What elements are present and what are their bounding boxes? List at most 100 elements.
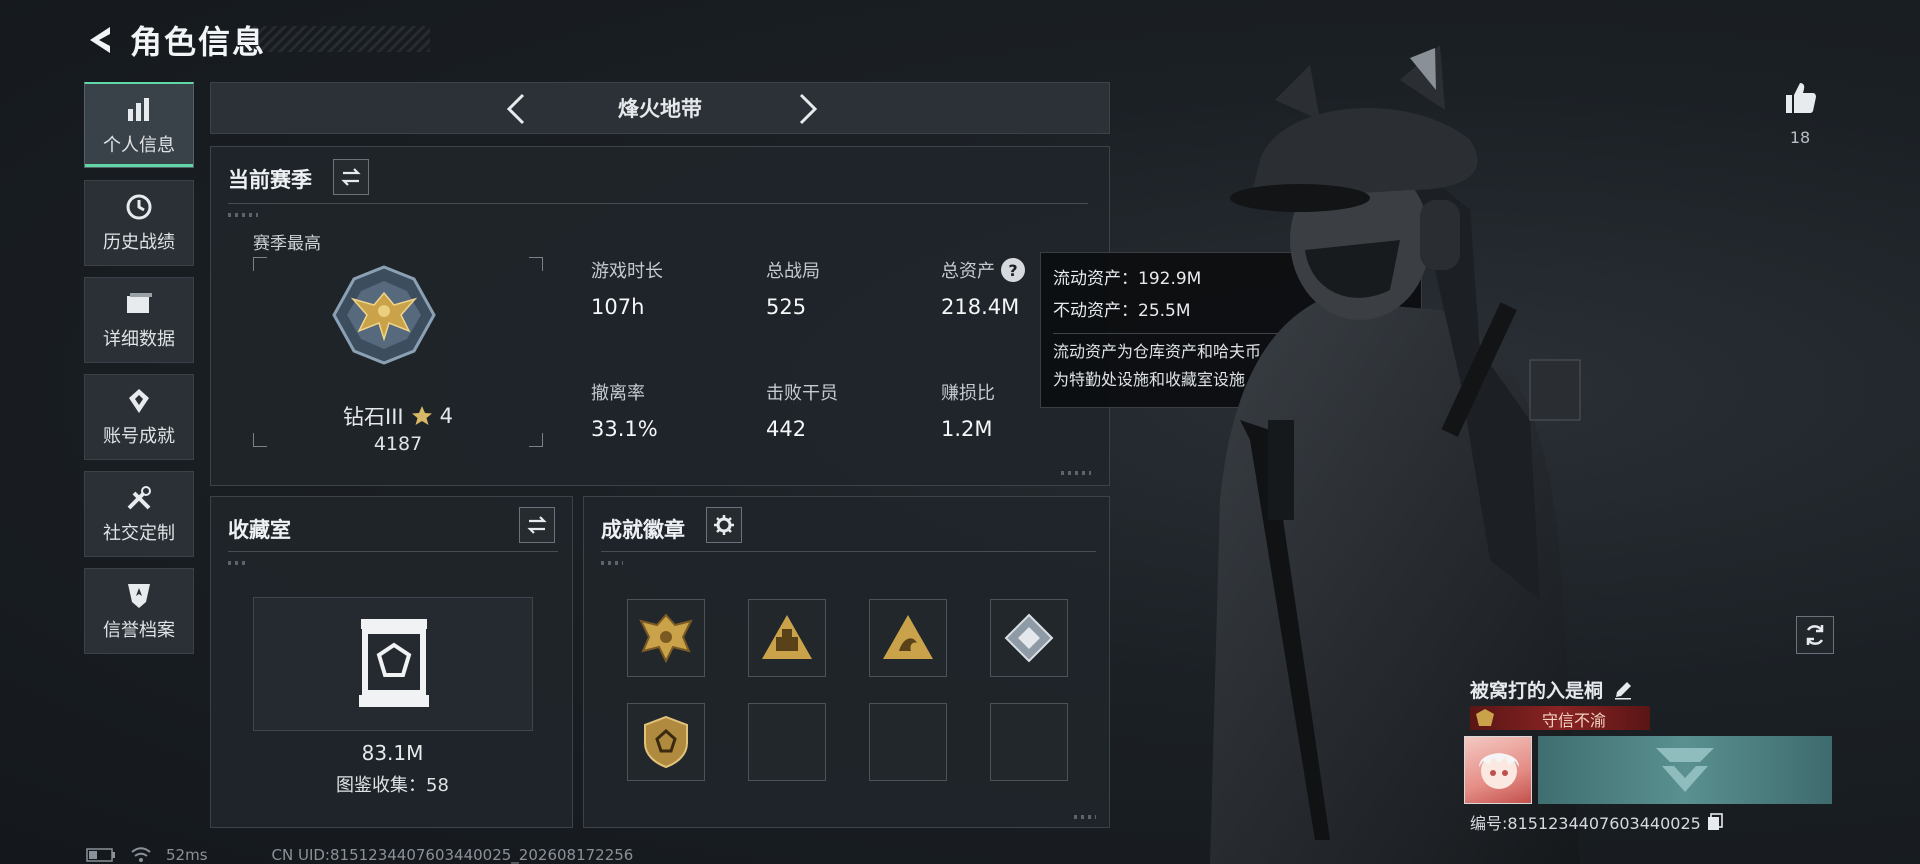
frame-corner bbox=[529, 257, 543, 271]
badge-slot-empty[interactable] bbox=[869, 703, 947, 781]
stat-value: 442 bbox=[766, 417, 807, 441]
rank-score: 4187 bbox=[373, 433, 423, 455]
badge-slot[interactable] bbox=[627, 599, 705, 677]
badge-slot[interactable] bbox=[869, 599, 947, 677]
avatar[interactable] bbox=[1464, 736, 1532, 804]
dots-decoration bbox=[228, 213, 258, 217]
stat-label: 总战局 bbox=[766, 261, 820, 282]
refresh-icon bbox=[1806, 625, 1824, 645]
battery-icon bbox=[86, 848, 115, 862]
stat-label: 赚损比 bbox=[941, 383, 995, 404]
ping-value: 52ms bbox=[166, 846, 208, 864]
nav-label: 信誉档案 bbox=[103, 620, 175, 641]
reputation-tag: 守信不渝 bbox=[1470, 706, 1650, 730]
thumbs-up-icon[interactable] bbox=[1782, 80, 1818, 116]
rank-name: 钻石III bbox=[343, 405, 404, 429]
nav-achievements[interactable]: 账号成就 bbox=[84, 374, 194, 460]
season-panel: 当前赛季 赛季最高 钻石III 4 4187 游戏时长 107h 总战局 525… bbox=[210, 146, 1110, 486]
badge-slot[interactable] bbox=[748, 599, 826, 677]
stat-profit-ratio: 赚损比 1.2M bbox=[941, 379, 995, 441]
stat-value: 218.4M bbox=[941, 295, 1020, 319]
badge-slot-empty[interactable] bbox=[990, 703, 1068, 781]
badge-slot[interactable] bbox=[627, 703, 705, 781]
stat-play-time: 游戏时长 107h bbox=[591, 257, 663, 319]
achievement-icon bbox=[129, 389, 149, 413]
page-title: 角色信息 bbox=[130, 23, 267, 61]
copy-icon[interactable] bbox=[1707, 813, 1723, 831]
title-decoration bbox=[250, 26, 430, 52]
rank-row: 钻石III 4 bbox=[253, 401, 543, 431]
avatar-face-icon bbox=[1479, 753, 1519, 789]
player-name: 被窝打的入是桐 bbox=[1470, 680, 1604, 702]
dots-decoration bbox=[228, 561, 246, 565]
nav-personal-info[interactable]: 个人信息 bbox=[84, 82, 194, 168]
nav-history[interactable]: 历史战绩 bbox=[84, 180, 194, 266]
swap-icon bbox=[527, 516, 547, 534]
stat-label: 击败干员 bbox=[766, 383, 838, 404]
help-icon[interactable]: ? bbox=[1001, 258, 1025, 282]
banner-logo-icon bbox=[1656, 748, 1714, 792]
dots-decoration bbox=[1061, 471, 1091, 475]
player-id: 编号:8151234407603440025 bbox=[1470, 814, 1701, 833]
back-arrow-icon[interactable] bbox=[84, 23, 118, 57]
collection-switch-button[interactable] bbox=[519, 507, 555, 543]
badge-slot-empty[interactable] bbox=[748, 703, 826, 781]
nav-label: 详细数据 bbox=[103, 329, 175, 350]
collection-panel: 收藏室 83.1M 图鉴收集：58 bbox=[210, 496, 573, 828]
collection-title: 收藏室 bbox=[228, 518, 291, 542]
frame-corner bbox=[253, 257, 267, 271]
chevron-right-icon[interactable] bbox=[789, 91, 825, 127]
status-bar: 52ms CN UID:8151234407603440025_20260817… bbox=[86, 846, 633, 864]
uid-text: CN UID:8151234407603440025_202608172256 bbox=[271, 846, 634, 864]
season-switch-button[interactable] bbox=[333, 159, 369, 195]
bar-chart-icon bbox=[128, 97, 149, 121]
page-header: 角色信息 bbox=[84, 18, 266, 62]
nav-label: 账号成就 bbox=[103, 426, 175, 447]
divider bbox=[601, 551, 1096, 552]
likes-count: 18 bbox=[1789, 128, 1811, 147]
badges-title: 成就徽章 bbox=[601, 518, 685, 542]
silver-badge-icon bbox=[1004, 613, 1054, 663]
chevron-left-icon[interactable] bbox=[499, 91, 535, 127]
tools-icon bbox=[127, 486, 151, 510]
folder-icon bbox=[127, 293, 152, 313]
stat-label: 游戏时长 bbox=[591, 261, 663, 282]
nav-detail-data[interactable]: 详细数据 bbox=[84, 277, 194, 363]
nav-label: 历史战绩 bbox=[103, 232, 175, 253]
stat-total-matches: 总战局 525 bbox=[766, 257, 820, 319]
refresh-button[interactable] bbox=[1796, 616, 1834, 654]
season-title: 当前赛季 bbox=[228, 168, 312, 192]
stat-kills: 击败干员 442 bbox=[766, 379, 838, 441]
mountain-badge-icon bbox=[883, 615, 933, 659]
collection-count: 图鉴收集：58 bbox=[336, 775, 449, 796]
camp-badge-icon bbox=[762, 615, 812, 659]
stat-extract-rate: 撤离率 33.1% bbox=[591, 379, 658, 441]
nav-social[interactable]: 社交定制 bbox=[84, 471, 194, 557]
stat-total-assets: 总资产 ? 218.4M bbox=[941, 257, 1025, 319]
badge-slot[interactable] bbox=[990, 599, 1068, 677]
stat-value: 33.1% bbox=[591, 417, 658, 441]
rank-stars: 4 bbox=[439, 404, 453, 428]
player-name-row: 被窝打的入是桐 bbox=[1470, 676, 1633, 703]
name-card-banner[interactable] bbox=[1538, 736, 1832, 804]
collection-value: 83.1M bbox=[361, 741, 424, 765]
shield-badge-icon bbox=[644, 715, 688, 769]
history-icon bbox=[126, 194, 152, 220]
stat-value: 1.2M bbox=[941, 417, 993, 441]
wifi-icon bbox=[131, 847, 151, 862]
eagle-badge-icon bbox=[639, 613, 693, 664]
dots-decoration bbox=[1074, 815, 1096, 819]
nav-reputation[interactable]: 信誉档案 bbox=[84, 568, 194, 654]
edit-icon[interactable] bbox=[1613, 680, 1633, 700]
stat-label: 总资产 bbox=[941, 261, 995, 282]
nav-label: 个人信息 bbox=[103, 134, 175, 156]
badges-settings-button[interactable] bbox=[706, 507, 742, 543]
reputation-badge-icon bbox=[1476, 709, 1494, 726]
divider bbox=[228, 551, 558, 552]
season-best-label: 赛季最高 bbox=[253, 234, 321, 254]
badges-panel: 成就徽章 bbox=[583, 496, 1110, 828]
nav-label: 社交定制 bbox=[103, 523, 175, 544]
display-case-icon bbox=[359, 619, 429, 707]
gear-icon bbox=[714, 515, 734, 535]
shield-icon bbox=[128, 584, 150, 608]
